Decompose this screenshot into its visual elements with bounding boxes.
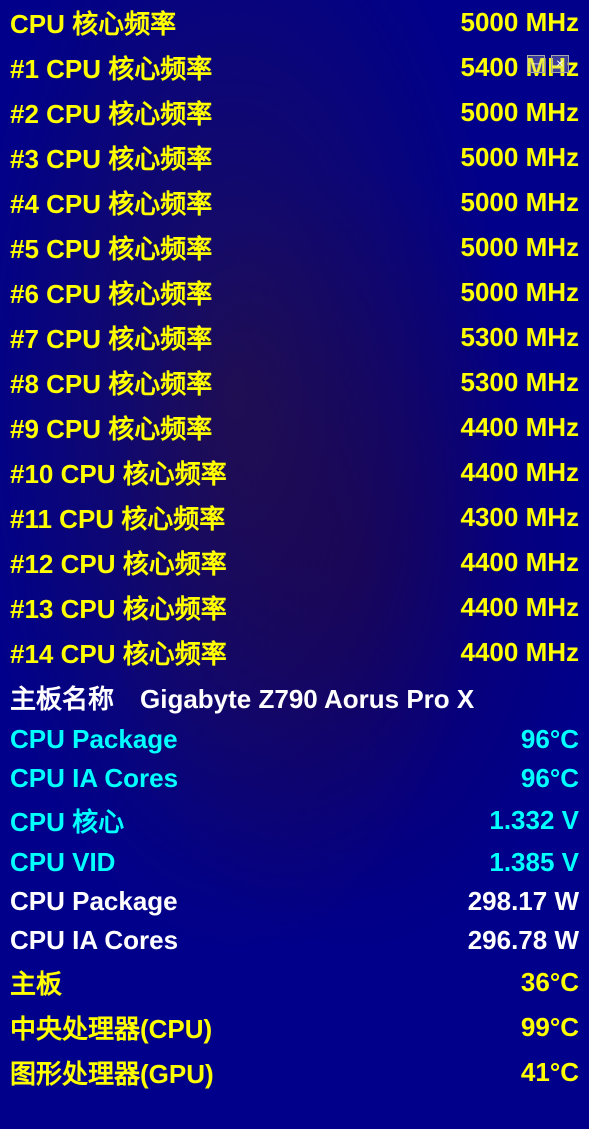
motherboard-temp-label: 主板 — [10, 964, 419, 1001]
cpu-core-freq-9-label: #9 CPU 核心频率 — [10, 409, 419, 446]
cpu-core-freq-1-label: #1 CPU 核心频率 — [10, 49, 419, 86]
motherboard-name-label: 主板名称 Gigabyte Z790 Aorus Pro X — [10, 679, 579, 716]
cpu-ia-cores-temp-value: 96°C — [419, 763, 579, 794]
cpu-core-freq-10-value: 4400 MHz — [419, 457, 579, 488]
gpu-temp-value: 41°C — [419, 1057, 579, 1088]
cpu-core-volt-value: 1.332 V — [419, 805, 579, 836]
cpu-core-freq-11-label: #11 CPU 核心频率 — [10, 499, 419, 536]
cpu-ia-cores-power-label: CPU IA Cores — [10, 925, 419, 956]
cpu-temp: 中央处理器(CPU)99°C — [4, 1005, 585, 1050]
cpu-core-freq-8-label: #8 CPU 核心频率 — [10, 364, 419, 401]
cpu-core-freq-label: CPU 核心频率 — [10, 4, 419, 41]
cpu-core-freq-14: #14 CPU 核心频率4400 MHz — [4, 630, 585, 675]
window-controls: ─ ✕ — [527, 55, 569, 73]
cpu-core-freq-value: 5000 MHz — [419, 7, 579, 38]
cpu-core-freq-4-value: 5000 MHz — [419, 187, 579, 218]
cpu-core-freq: CPU 核心频率5000 MHz — [4, 0, 585, 45]
cpu-package-power-value: 298.17 W — [419, 886, 579, 917]
cpu-core-freq-6-label: #6 CPU 核心频率 — [10, 274, 419, 311]
cpu-package-temp-label: CPU Package — [10, 724, 419, 755]
cpu-core-freq-7-value: 5300 MHz — [419, 322, 579, 353]
cpu-core-freq-12-value: 4400 MHz — [419, 547, 579, 578]
cpu-ia-cores-power: CPU IA Cores296.78 W — [4, 921, 585, 960]
motherboard-temp-value: 36°C — [419, 967, 579, 998]
cpu-ia-cores-temp: CPU IA Cores96°C — [4, 759, 585, 798]
cpu-core-freq-8: #8 CPU 核心频率5300 MHz — [4, 360, 585, 405]
cpu-core-freq-2: #2 CPU 核心频率5000 MHz — [4, 90, 585, 135]
cpu-core-freq-4-label: #4 CPU 核心频率 — [10, 184, 419, 221]
cpu-core-freq-12-label: #12 CPU 核心频率 — [10, 544, 419, 581]
motherboard-temp: 主板36°C — [4, 960, 585, 1005]
cpu-core-freq-13-value: 4400 MHz — [419, 592, 579, 623]
cpu-temp-label: 中央处理器(CPU) — [10, 1009, 419, 1046]
cpu-core-freq-2-value: 5000 MHz — [419, 97, 579, 128]
cpu-package-power: CPU Package298.17 W — [4, 882, 585, 921]
cpu-vid: CPU VID1.385 V — [4, 843, 585, 882]
cpu-core-freq-9-value: 4400 MHz — [419, 412, 579, 443]
cpu-core-freq-3: #3 CPU 核心频率5000 MHz — [4, 135, 585, 180]
cpu-core-freq-2-label: #2 CPU 核心频率 — [10, 94, 419, 131]
cpu-core-freq-14-value: 4400 MHz — [419, 637, 579, 668]
cpu-core-freq-5: #5 CPU 核心频率5000 MHz — [4, 225, 585, 270]
cpu-core-freq-11: #11 CPU 核心频率4300 MHz — [4, 495, 585, 540]
cpu-vid-label: CPU VID — [10, 847, 419, 878]
cpu-core-volt: CPU 核心1.332 V — [4, 798, 585, 843]
gpu-temp: 图形处理器(GPU)41°C — [4, 1050, 585, 1095]
cpu-core-freq-1: #1 CPU 核心频率5400 MHz — [4, 45, 585, 90]
gpu-temp-label: 图形处理器(GPU) — [10, 1054, 419, 1091]
main-content: CPU 核心频率5000 MHz#1 CPU 核心频率5400 MHz#2 CP… — [0, 0, 589, 1095]
cpu-core-freq-10-label: #10 CPU 核心频率 — [10, 454, 419, 491]
cpu-core-freq-14-label: #14 CPU 核心频率 — [10, 634, 419, 671]
cpu-core-freq-7: #7 CPU 核心频率5300 MHz — [4, 315, 585, 360]
cpu-core-freq-6: #6 CPU 核心频率5000 MHz — [4, 270, 585, 315]
cpu-ia-cores-temp-label: CPU IA Cores — [10, 763, 419, 794]
cpu-core-freq-4: #4 CPU 核心频率5000 MHz — [4, 180, 585, 225]
minimize-button[interactable]: ─ — [527, 55, 545, 73]
cpu-core-freq-5-label: #5 CPU 核心频率 — [10, 229, 419, 266]
motherboard-name: 主板名称 Gigabyte Z790 Aorus Pro X — [4, 675, 585, 720]
cpu-core-volt-label: CPU 核心 — [10, 802, 419, 839]
cpu-package-temp: CPU Package96°C — [4, 720, 585, 759]
cpu-core-freq-3-value: 5000 MHz — [419, 142, 579, 173]
close-button[interactable]: ✕ — [551, 55, 569, 73]
cpu-core-freq-13-label: #13 CPU 核心频率 — [10, 589, 419, 626]
cpu-core-freq-8-value: 5300 MHz — [419, 367, 579, 398]
cpu-core-freq-3-label: #3 CPU 核心频率 — [10, 139, 419, 176]
cpu-core-freq-5-value: 5000 MHz — [419, 232, 579, 263]
cpu-core-freq-12: #12 CPU 核心频率4400 MHz — [4, 540, 585, 585]
cpu-core-freq-6-value: 5000 MHz — [419, 277, 579, 308]
cpu-temp-value: 99°C — [419, 1012, 579, 1043]
cpu-ia-cores-power-value: 296.78 W — [419, 925, 579, 956]
cpu-core-freq-10: #10 CPU 核心频率4400 MHz — [4, 450, 585, 495]
cpu-package-temp-value: 96°C — [419, 724, 579, 755]
cpu-core-freq-9: #9 CPU 核心频率4400 MHz — [4, 405, 585, 450]
cpu-vid-value: 1.385 V — [419, 847, 579, 878]
cpu-package-power-label: CPU Package — [10, 886, 419, 917]
cpu-core-freq-11-value: 4300 MHz — [419, 502, 579, 533]
cpu-core-freq-13: #13 CPU 核心频率4400 MHz — [4, 585, 585, 630]
cpu-core-freq-7-label: #7 CPU 核心频率 — [10, 319, 419, 356]
